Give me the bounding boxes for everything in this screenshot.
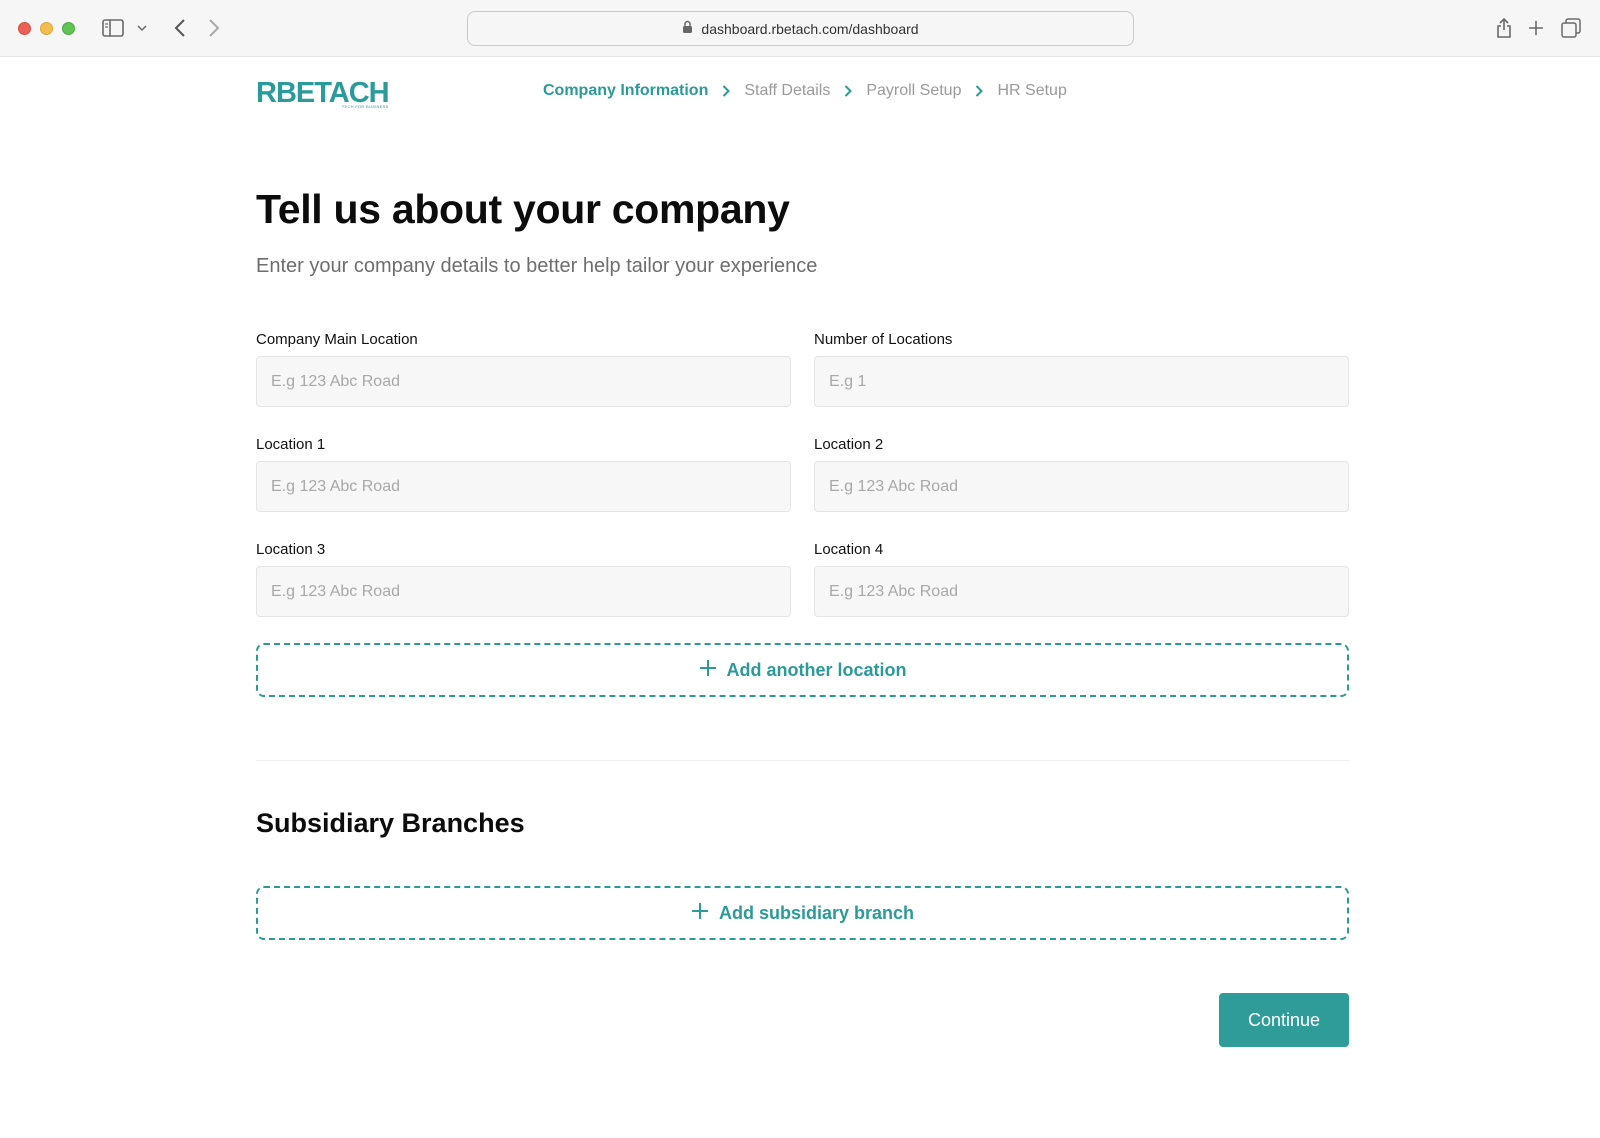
location-3-label: Location 3 [256,541,326,558]
url-text: dashboard.rbetach.com/dashboard [701,20,919,37]
add-subsidiary-branch-label: Add subsidiary branch [718,902,915,923]
step-company-information[interactable]: Company Information [543,82,708,100]
maximize-window-button[interactable] [62,22,75,35]
add-location-button[interactable]: Add another location [256,643,1349,697]
forward-arrow-icon[interactable] [204,14,224,42]
chevron-right-icon [975,85,984,97]
location-4-label: Location 4 [814,541,884,558]
location-2-input[interactable] [814,461,1349,512]
step-payroll-setup[interactable]: Payroll Setup [866,82,961,100]
logo-tagline: TECH FOR BUSINESS [341,104,389,109]
add-subsidiary-branch-button[interactable]: Add subsidiary branch [256,886,1349,940]
page-title: Tell us about your company [256,186,790,232]
address-bar[interactable]: dashboard.rbetach.com/dashboard [467,11,1134,46]
step-staff-details[interactable]: Staff Details [744,82,830,100]
sidebar-toggle-icon[interactable] [101,14,125,42]
location-1-input[interactable] [256,461,791,512]
location-1-label: Location 1 [256,436,326,453]
company-logo[interactable]: RBETACH TECH FOR BUSINESS [256,78,390,109]
browser-toolbar: dashboard.rbetach.com/dashboard [0,0,1600,57]
share-icon[interactable] [1493,14,1515,42]
plus-icon [691,902,709,925]
num-locations-label: Number of Locations [814,331,953,348]
main-location-label: Company Main Location [256,331,418,348]
location-3-input[interactable] [256,566,791,617]
chevron-right-icon [844,85,853,97]
page-subtitle: Enter your company details to better hel… [256,255,818,277]
new-tab-icon[interactable] [1525,14,1547,42]
subsidiary-branches-title: Subsidiary Branches [256,808,525,838]
onboarding-stepper: Company Information Staff Details Payrol… [543,82,1067,100]
minimize-window-button[interactable] [40,22,53,35]
chevron-right-icon [722,85,731,97]
back-arrow-icon[interactable] [170,14,190,42]
tab-overview-icon[interactable] [1560,14,1582,42]
add-location-label: Add another location [726,659,907,680]
location-4-input[interactable] [814,566,1349,617]
chevron-down-icon[interactable] [135,14,149,42]
step-hr-setup[interactable]: HR Setup [997,82,1066,100]
plus-icon [699,659,717,682]
num-locations-input[interactable] [814,356,1349,407]
close-window-button[interactable] [18,22,31,35]
section-divider [256,760,1349,761]
lock-icon [682,20,693,37]
continue-button[interactable]: Continue [1219,993,1349,1047]
location-2-label: Location 2 [814,436,884,453]
main-location-input[interactable] [256,356,791,407]
